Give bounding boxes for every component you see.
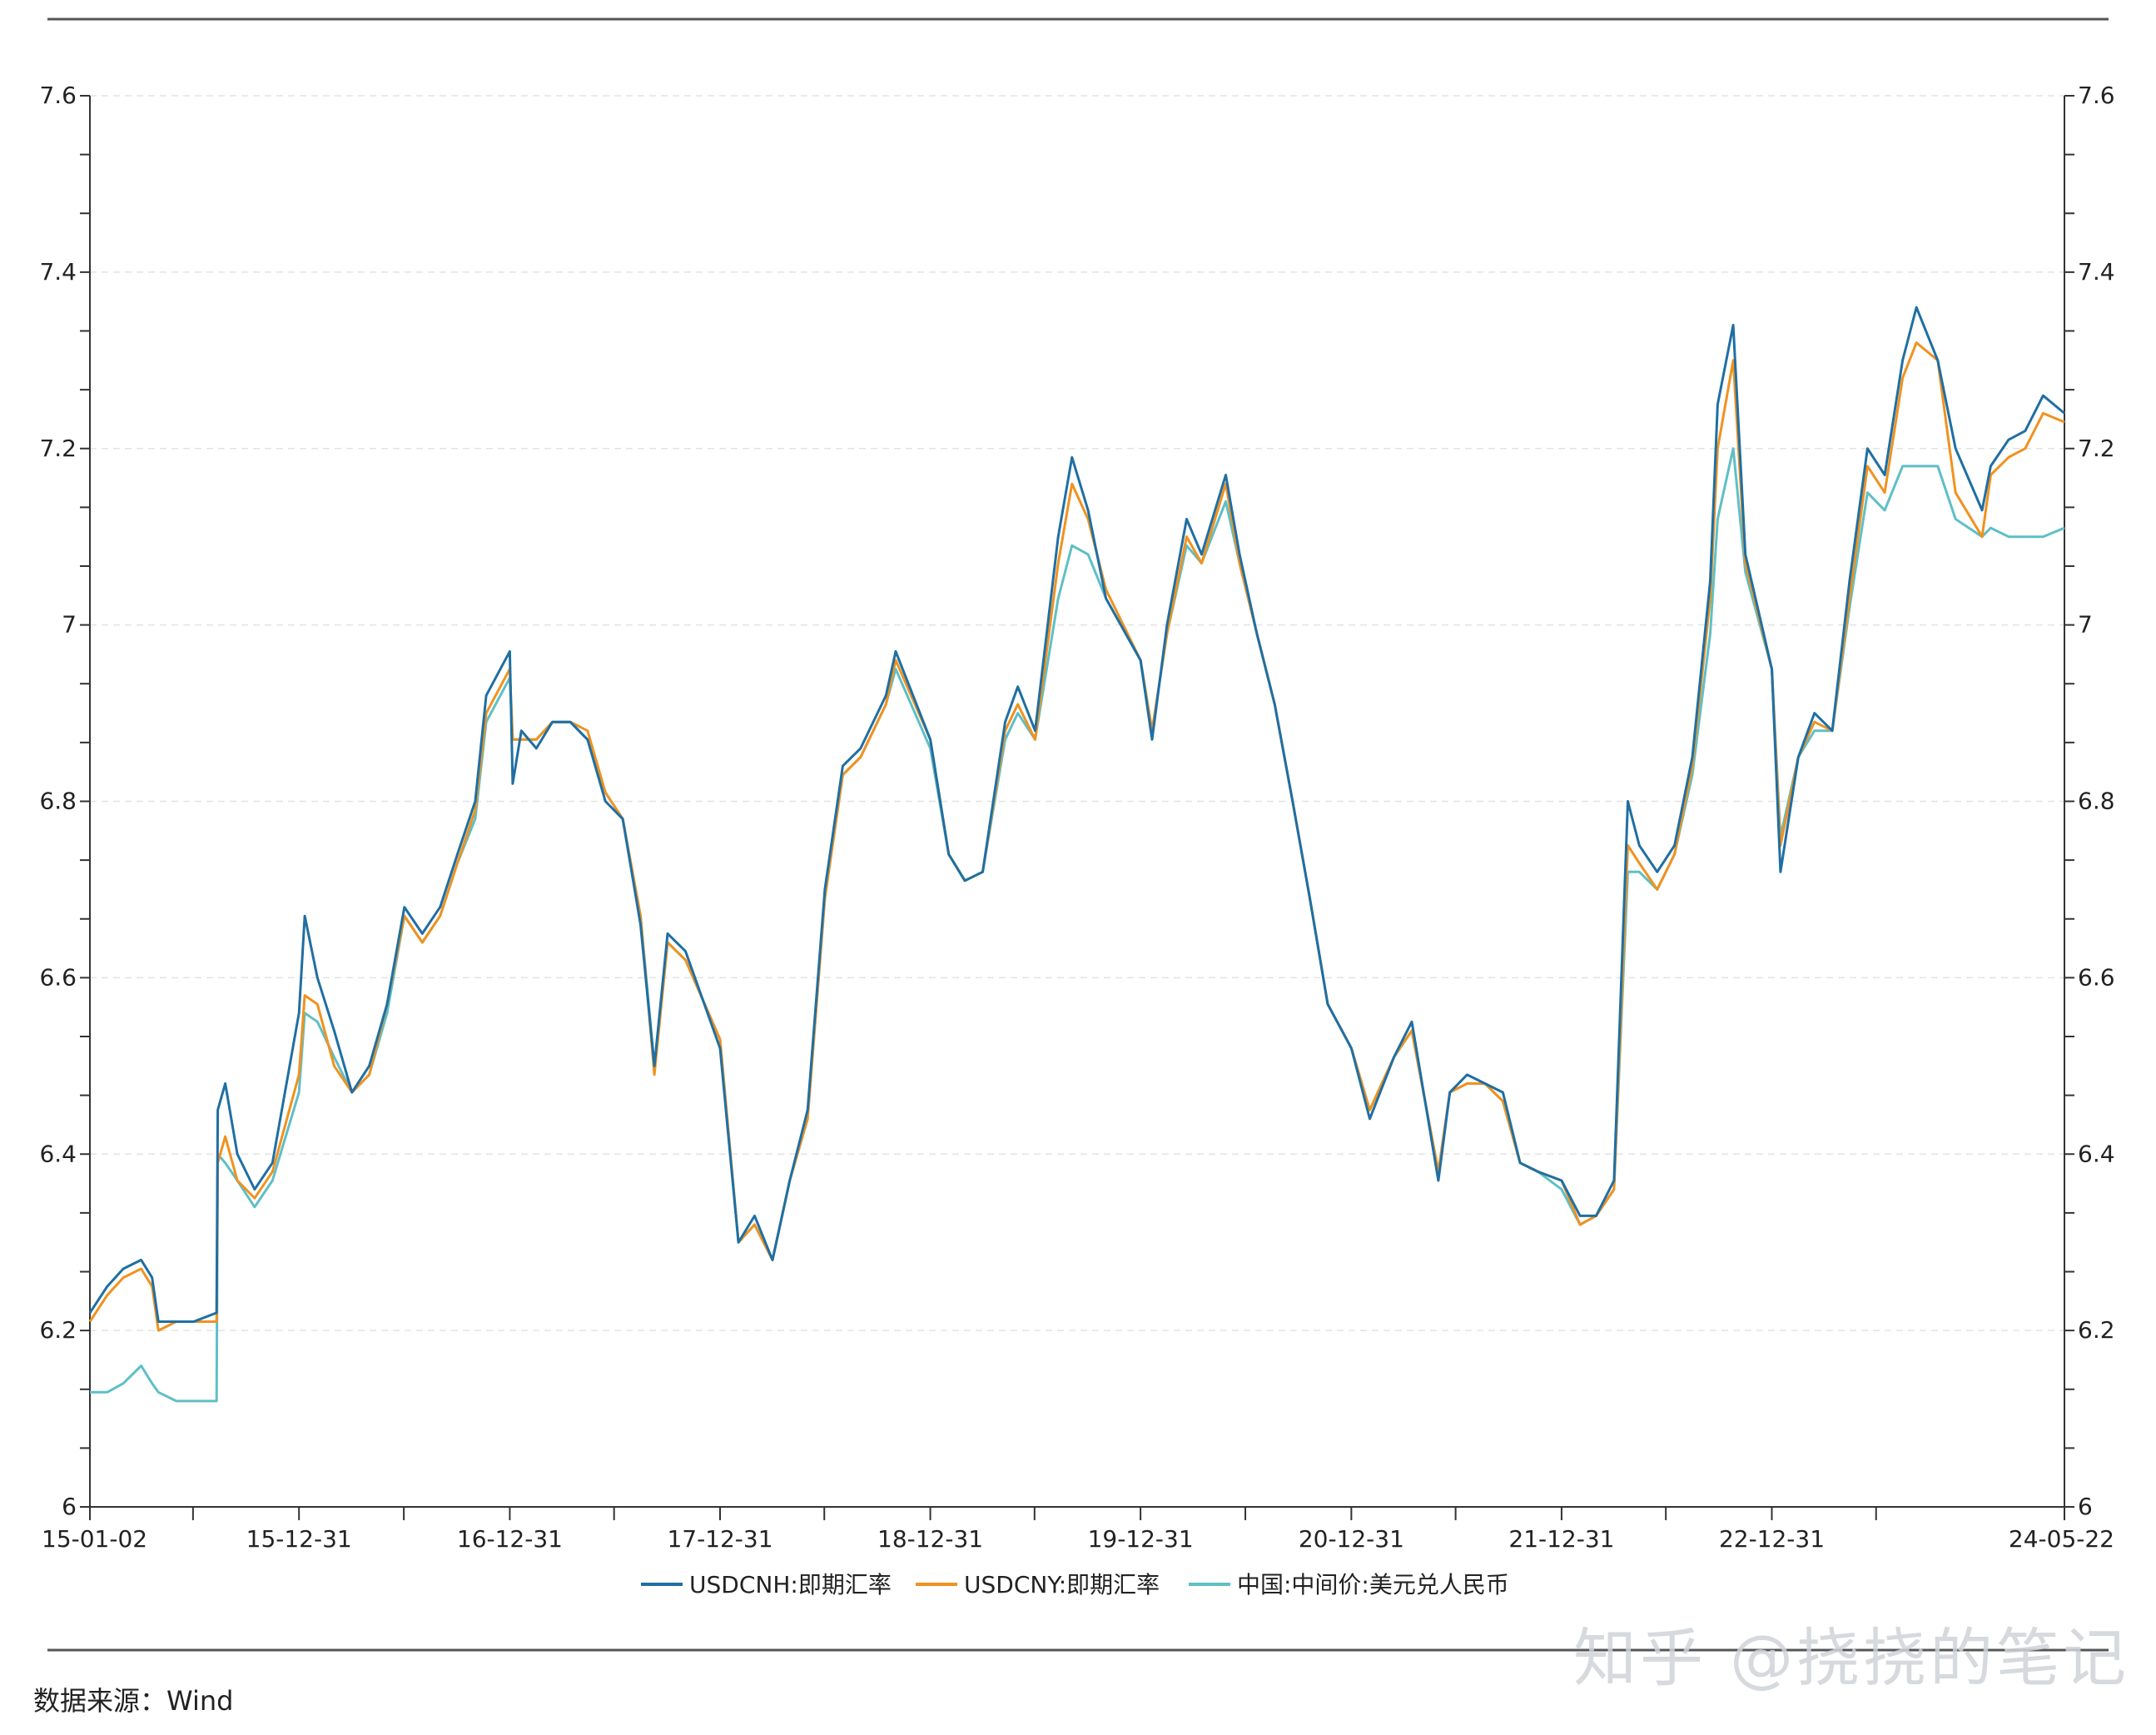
y-tick-label-right: 7.6 — [2078, 82, 2115, 109]
x-tick-label: 24-05-22 — [2009, 1525, 2114, 1553]
watermark: 知乎 @挠挠的笔记 — [1573, 1621, 2130, 1695]
x-tick-label: 22-12-31 — [1719, 1525, 1825, 1553]
grid-lines — [90, 95, 2064, 1331]
exchange-rate-chart: 6 6 6.2 6.2 6.4 6.4 6.6 6.6 6.8 6.8 7 7 7.2 7.2 7.4 7.4… — [39, 17, 2115, 1652]
y-tick-label-right: 7.4 — [2078, 258, 2115, 286]
source-note: 数据来源：Wind — [33, 1685, 234, 1717]
y-tick-label-right: 7.2 — [2078, 435, 2115, 462]
series-line-2 — [90, 447, 2065, 1403]
series-line-0 — [88, 306, 2065, 1323]
y-tick-label-left: 6.2 — [39, 1316, 77, 1344]
x-tick-label: 21-12-31 — [1508, 1525, 1614, 1553]
y-tick-label-left: 7.6 — [39, 82, 77, 109]
x-tick-label: 15-01-02 — [42, 1525, 147, 1553]
legend: USDCNH:即期汇率 USDCNY:即期汇率 中国:中间价:美元兑人民币 — [641, 1571, 1509, 1598]
y-tick-label-left: 6.6 — [39, 963, 77, 991]
series-line-1 — [88, 341, 2065, 1332]
legend-label: 中国:中间价:美元兑人民币 — [1237, 1571, 1509, 1598]
y-tick-label-left: 6 — [62, 1493, 77, 1520]
y-tick-label-right: 6.8 — [2078, 788, 2115, 815]
x-tick-label: 15-12-31 — [246, 1525, 352, 1553]
x-tick-label: 19-12-31 — [1088, 1525, 1194, 1553]
legend-label: USDCNY:即期汇率 — [964, 1571, 1160, 1598]
y-tick-label-right: 6.2 — [2078, 1316, 2115, 1344]
y-tick-label-left: 6.8 — [39, 788, 77, 815]
y-tick-label-left: 7 — [62, 611, 77, 639]
y-tick-label-right: 6.4 — [2078, 1140, 2115, 1167]
y-tick-label-right: 7 — [2078, 611, 2093, 639]
y-tick-label-right: 6 — [2078, 1493, 2093, 1520]
x-tick-label: 18-12-31 — [877, 1525, 983, 1553]
x-tick-label: 20-12-31 — [1299, 1525, 1404, 1553]
x-tick-label: 16-12-31 — [457, 1525, 563, 1553]
series-lines — [88, 306, 2065, 1403]
y-tick-label-left: 7.4 — [39, 258, 77, 286]
axes: 6 6 6.2 6.2 6.4 6.4 6.6 6.6 6.8 6.8 7 7 7.2 7.2 7.4 7.4… — [39, 82, 2114, 1553]
x-tick-label: 17-12-31 — [667, 1525, 772, 1553]
y-tick-label-right: 6.6 — [2078, 963, 2115, 991]
legend-label: USDCNH:即期汇率 — [689, 1571, 892, 1598]
y-tick-label-left: 7.2 — [39, 435, 77, 462]
y-tick-label-left: 6.4 — [39, 1140, 77, 1167]
